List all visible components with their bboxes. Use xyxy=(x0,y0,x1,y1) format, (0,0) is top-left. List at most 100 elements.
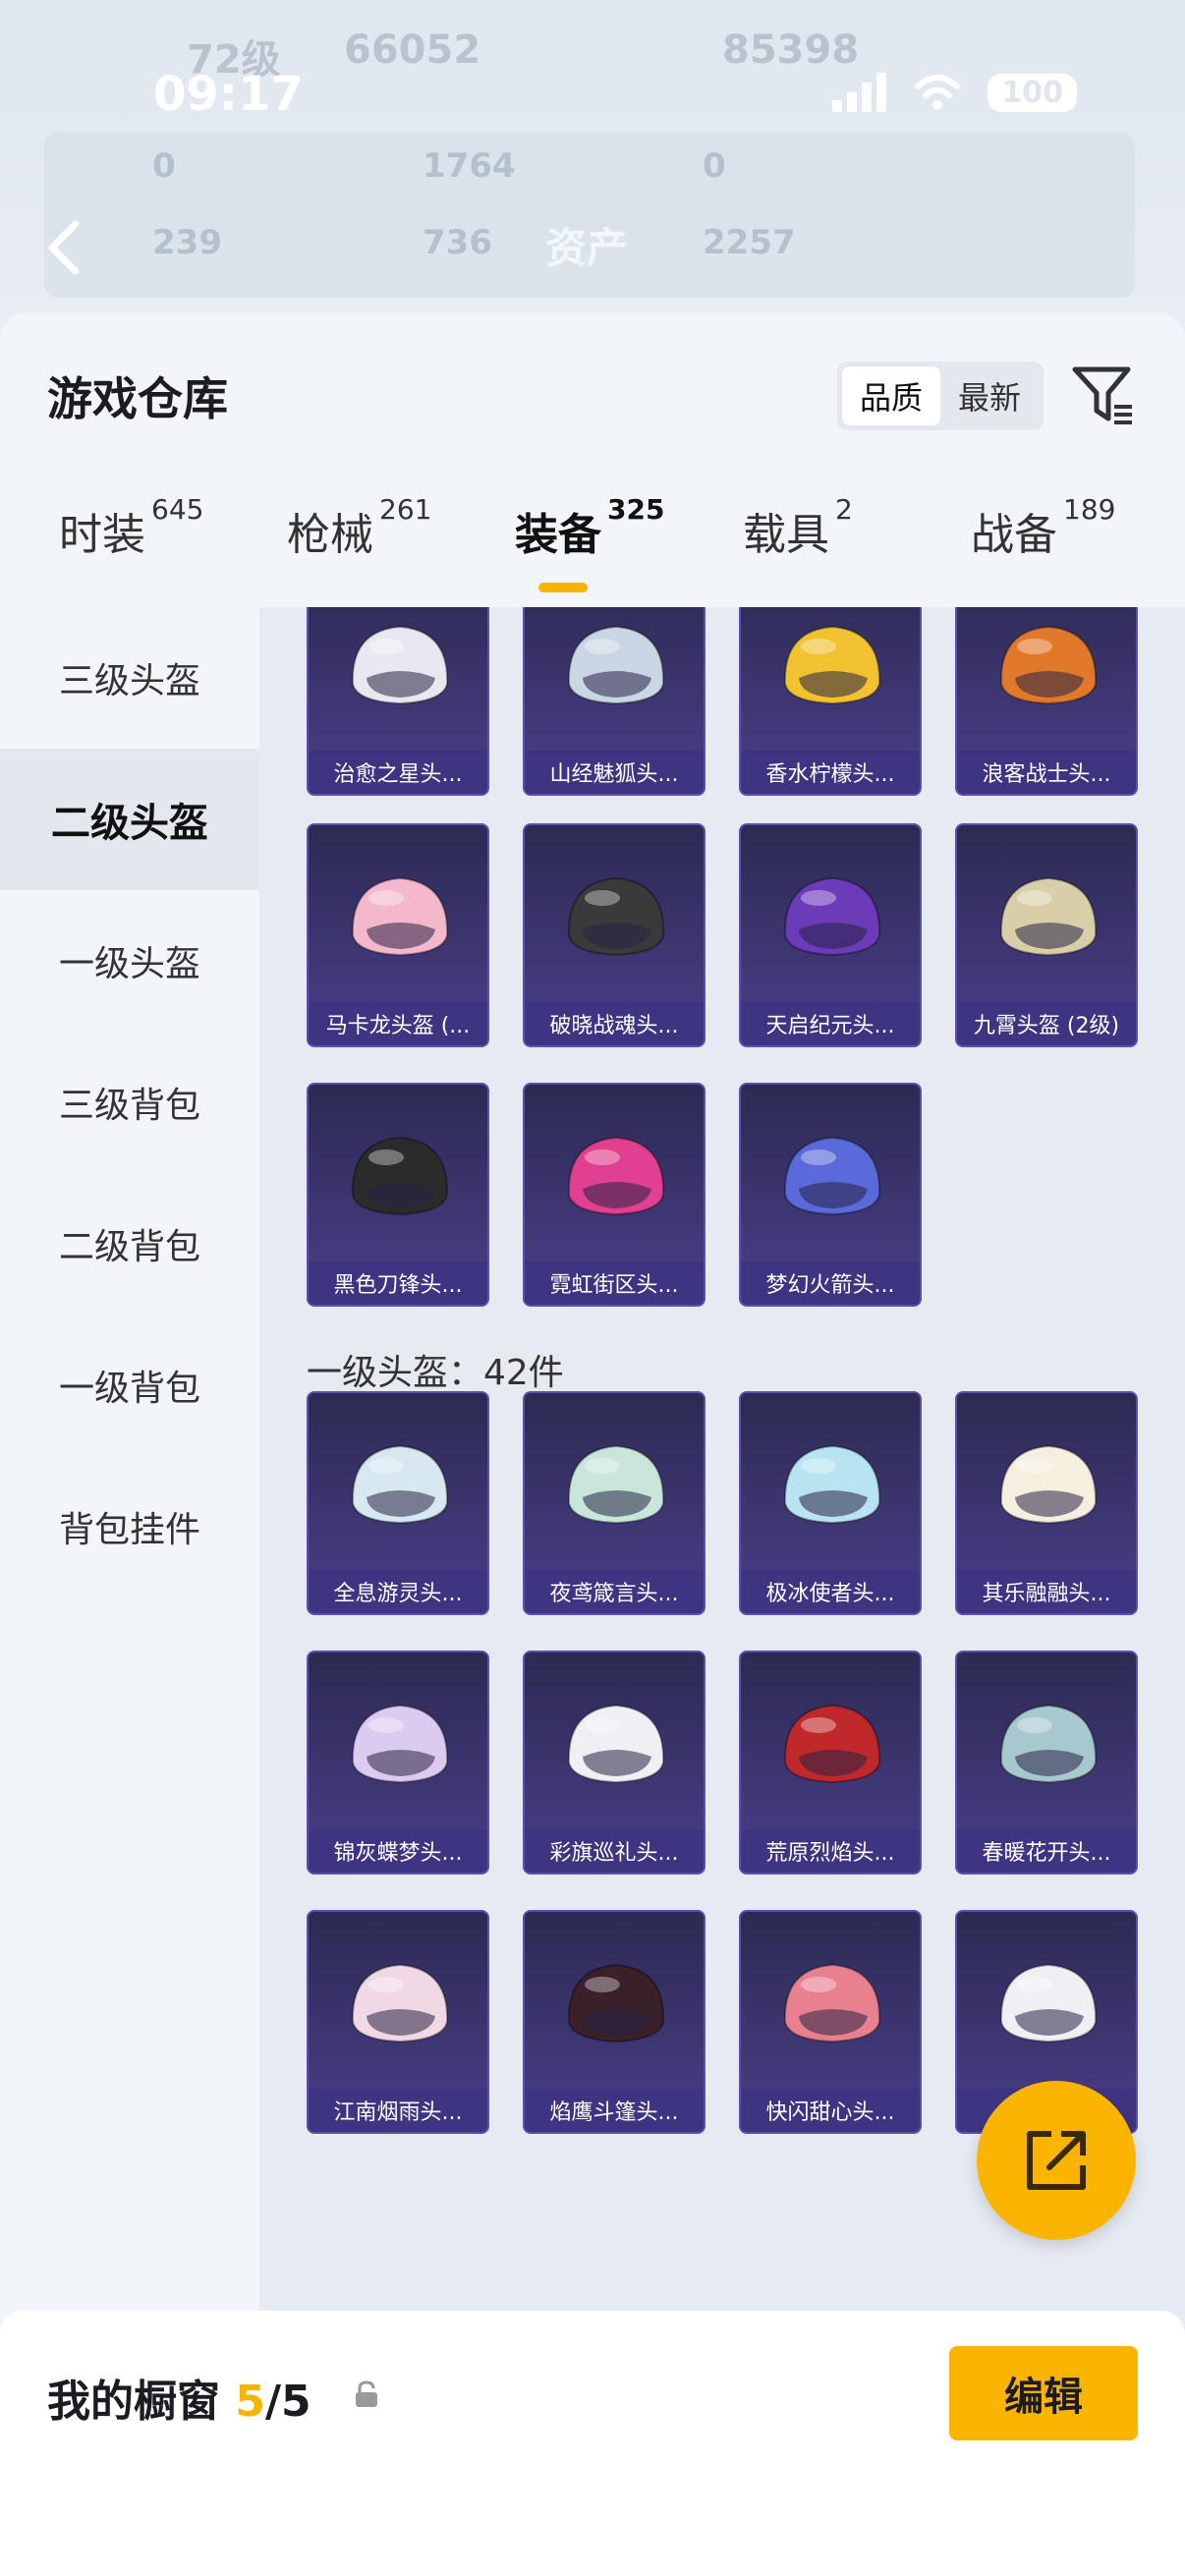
edit-button[interactable]: 编辑 xyxy=(949,2346,1138,2440)
sheet-title: 游戏仓库 xyxy=(47,372,228,425)
helmet-card[interactable]: 治愈之星头... xyxy=(307,607,489,796)
helmet-card[interactable]: 马卡龙头盔 (... xyxy=(307,823,489,1047)
share-icon xyxy=(1027,2131,1086,2190)
helmet-card[interactable]: 全息游灵头... xyxy=(307,1391,489,1615)
signal-icon xyxy=(832,73,887,112)
helmet-card[interactable]: 焰鹰斗篷头... xyxy=(523,1910,705,2134)
helmet-card-label: 天启纪元头... xyxy=(741,1002,920,1045)
tab-fashion[interactable]: 时装645 xyxy=(59,493,203,562)
helmet-card-label: 梦幻火箭头... xyxy=(741,1261,920,1305)
helmet-card-label: 彩旗巡礼头... xyxy=(525,1829,704,1873)
category-tabs: 时装645 枪械261 装备325 载具2 战备189 xyxy=(0,493,1185,607)
helmet-card[interactable]: 快闪甜心头... xyxy=(739,1910,922,2134)
helmet-card[interactable]: 霓虹街区头... xyxy=(523,1083,705,1307)
sort-newest-button[interactable]: 最新 xyxy=(940,366,1039,425)
tab-count: 645 xyxy=(151,493,204,526)
battery-indicator: 100 xyxy=(988,73,1077,112)
helmet-card-label: 江南烟雨头... xyxy=(309,2089,487,2132)
helmet-card[interactable]: 梦幻火箭头... xyxy=(739,1083,922,1307)
sidebar-item-level1-helmet[interactable]: 一级头盔 xyxy=(0,890,259,1032)
filter-icon[interactable] xyxy=(1071,364,1136,432)
sidebar: 三级头盔 二级头盔 一级头盔 三级背包 二级背包 一级背包 背包挂件 xyxy=(0,607,259,2576)
bg-stat: 736 xyxy=(423,223,492,262)
helmet-card-label: 香水柠檬头... xyxy=(741,751,920,794)
sort-quality-button[interactable]: 品质 xyxy=(842,366,940,425)
tab-equipment[interactable]: 装备325 xyxy=(515,493,664,562)
helmet-card[interactable]: 九霄头盔 (2级) xyxy=(955,823,1138,1047)
helmet-image xyxy=(783,625,881,705)
tab-vehicles[interactable]: 载具2 xyxy=(743,493,853,562)
helmet-card[interactable]: 浪客战士头... xyxy=(955,607,1138,796)
tab-label: 枪械 xyxy=(287,510,373,560)
helmet-card[interactable]: 彩旗巡礼头... xyxy=(523,1651,705,1875)
showcase-bar: 我的橱窗 5/5 编辑 xyxy=(0,2311,1185,2576)
helmet-image xyxy=(351,876,449,957)
bg-stat: 239 xyxy=(152,223,222,262)
helmet-card-label: 夜鸢箴言头... xyxy=(525,1570,704,1613)
bg-coins-a: 66052 xyxy=(344,28,481,73)
bg-stat: 0 xyxy=(152,146,176,186)
helmet-card-label: 极冰使者头... xyxy=(741,1570,920,1613)
bg-stat: 2257 xyxy=(703,223,796,262)
helmet-card[interactable]: 破晓战魂头... xyxy=(523,823,705,1047)
helmet-card-label: 焰鹰斗篷头... xyxy=(525,2089,704,2132)
showcase-current-count: 5 xyxy=(235,2377,265,2427)
sidebar-item-level3-helmet[interactable]: 三级头盔 xyxy=(0,607,259,749)
lock-icon xyxy=(352,2380,381,2413)
helmet-card[interactable]: 锦灰蝶梦头... xyxy=(307,1651,489,1875)
status-time: 09:17 xyxy=(153,67,304,122)
helmet-card[interactable]: 黑色刀锋头... xyxy=(307,1083,489,1307)
tab-count: 189 xyxy=(1063,493,1116,526)
helmet-image xyxy=(567,876,665,957)
helmet-card-label: 霓虹街区头... xyxy=(525,1261,704,1305)
bg-stat: 0 xyxy=(703,146,726,186)
helmet-card-label: 破晓战魂头... xyxy=(525,1002,704,1045)
helmet-card[interactable]: 香水柠檬头... xyxy=(739,607,922,796)
active-tab-indicator xyxy=(538,583,588,592)
helmet-card-label: 黑色刀锋头... xyxy=(309,1261,487,1305)
helmet-image xyxy=(567,625,665,705)
helmet-image xyxy=(783,876,881,957)
helmet-card[interactable]: 江南烟雨头... xyxy=(307,1910,489,2134)
helmet-image xyxy=(999,625,1098,705)
helmet-image xyxy=(783,1444,881,1525)
helmet-card[interactable]: 春暖花开头... xyxy=(955,1651,1138,1875)
helmet-image xyxy=(783,1704,881,1784)
tab-count: 261 xyxy=(379,493,432,526)
back-icon[interactable] xyxy=(44,218,84,281)
sidebar-item-backpack-charm[interactable]: 背包挂件 xyxy=(0,1456,259,1597)
helmet-card-label: 马卡龙头盔 (... xyxy=(309,1002,487,1045)
item-grid-level2: 马卡龙头盔 (... 破晓战魂头... 天启纪元头... 九霄头盔 (2级) 黑色刀锋头… xyxy=(307,823,1138,1307)
helmet-image xyxy=(999,1963,1098,2044)
helmet-card[interactable]: 荒原烈焰头... xyxy=(739,1651,922,1875)
helmet-card[interactable]: 极冰使者头... xyxy=(739,1391,922,1615)
sidebar-item-level3-backpack[interactable]: 三级背包 xyxy=(0,1032,259,1173)
helmet-card[interactable]: 天启纪元头... xyxy=(739,823,922,1047)
tab-label: 战备 xyxy=(971,510,1057,560)
helmet-card[interactable]: 夜鸢箴言头... xyxy=(523,1391,705,1615)
helmet-image xyxy=(351,1963,449,2044)
section-title-level1: 一级头盔：42件 xyxy=(307,1353,564,1393)
showcase-total-count: /5 xyxy=(264,2377,311,2427)
bg-stat: 1764 xyxy=(423,146,516,186)
helmet-image xyxy=(351,1136,449,1216)
status-icons: 100 xyxy=(832,73,1077,112)
bg-stats-card: 0 1764 0 239 736 资产 2257 xyxy=(44,133,1135,298)
sort-segmented-control: 品质 最新 xyxy=(837,362,1044,430)
sidebar-item-level2-helmet[interactable]: 二级头盔 xyxy=(0,749,259,890)
sidebar-item-level2-backpack[interactable]: 二级背包 xyxy=(0,1173,259,1315)
helmet-image xyxy=(999,1704,1098,1784)
tab-guns[interactable]: 枪械261 xyxy=(287,493,431,562)
wifi-icon xyxy=(915,75,961,110)
tab-label: 装备 xyxy=(515,510,601,560)
helmet-card[interactable]: 山经魅狐头... xyxy=(523,607,705,796)
helmet-image xyxy=(567,1444,665,1525)
helmet-card[interactable]: 其乐融融头... xyxy=(955,1391,1138,1615)
tab-combat-gear[interactable]: 战备189 xyxy=(971,493,1115,562)
sidebar-item-level1-backpack[interactable]: 一级背包 xyxy=(0,1315,259,1456)
helmet-image xyxy=(567,1136,665,1216)
helmet-image xyxy=(567,1963,665,2044)
background-header: 72级 66052 85398 0 1764 0 239 736 资产 2257… xyxy=(0,0,1185,324)
share-button[interactable] xyxy=(977,2081,1136,2240)
helmet-card-label: 快闪甜心头... xyxy=(741,2089,920,2132)
